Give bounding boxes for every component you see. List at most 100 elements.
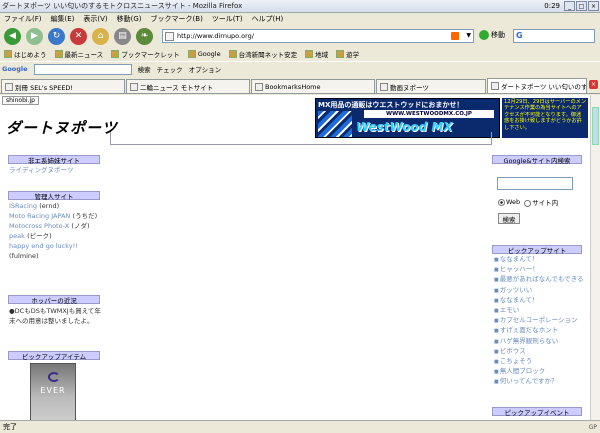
site-tag[interactable]: shinobi.jp bbox=[2, 96, 39, 105]
menu-go[interactable]: 移動(G) bbox=[117, 14, 142, 24]
hopper-news-heading: ホッパーの近況 bbox=[8, 295, 100, 305]
admin-link[interactable]: ISRacing bbox=[9, 202, 37, 210]
admin-link[interactable]: Motocross Photo-X bbox=[9, 222, 69, 230]
google-toolbar-input[interactable] bbox=[33, 63, 132, 75]
google-options-button[interactable]: オプション bbox=[189, 64, 222, 74]
pickup-link[interactable]: ヒャッハー！ bbox=[494, 265, 586, 275]
google-toolbar: Google 検索 チェック オプション bbox=[0, 61, 600, 76]
stop-icon[interactable]: ✕ bbox=[70, 27, 87, 45]
admin-name: (うちだ) bbox=[72, 212, 98, 220]
minimize-button[interactable]: _ bbox=[564, 1, 575, 11]
pickup-link[interactable]: ビボウス bbox=[494, 347, 586, 357]
pickup-link[interactable]: すげぇ面だなホント bbox=[494, 326, 586, 336]
tab-4[interactable]: 動画ヌポーツ bbox=[376, 79, 486, 93]
bookmark-icon bbox=[54, 49, 63, 58]
admin-name: (ピーク) bbox=[27, 232, 52, 240]
pickup-item-image[interactable]: EVER bbox=[30, 363, 76, 420]
bookmarks-toolbar: はじめよう 最新ニュース ブックマークレット Google 台湾新聞ネット安定 … bbox=[0, 47, 600, 60]
google-check-button[interactable]: チェック bbox=[157, 64, 183, 74]
url-text: http://www.dirnupo.org/ bbox=[177, 32, 254, 40]
admin-link[interactable]: Moto Racing JAPAN bbox=[9, 212, 70, 220]
radio-site[interactable]: サイト内 bbox=[524, 197, 558, 207]
menu-edit[interactable]: 編集(E) bbox=[51, 14, 75, 24]
menu-help[interactable]: ヘルプ(H) bbox=[252, 14, 284, 24]
vertical-scrollbar[interactable] bbox=[590, 95, 600, 420]
scrollbar-thumb[interactable] bbox=[592, 107, 599, 145]
favicon-icon bbox=[5, 82, 13, 91]
bookmark-icon bbox=[305, 49, 314, 58]
bookmark-item[interactable]: ブックマークレット bbox=[111, 49, 180, 59]
bookmark-icon bbox=[228, 49, 237, 58]
go-icon bbox=[479, 30, 489, 40]
hopper-news-text: ●DCもDSもTWMXJも買えて年末への用意は整いましたよ。 bbox=[9, 307, 101, 325]
admin-link[interactable]: peak bbox=[9, 232, 25, 240]
pickup-link[interactable]: 最悪があればなんでもできる bbox=[494, 275, 586, 285]
product-logo-icon bbox=[48, 372, 60, 382]
pickup-sites-list: ななまんて！ ヒャッハー！ 最悪があればなんでもできる ガッツいい ななまんて！… bbox=[494, 255, 586, 388]
banner-headline: MX用品の通販はウエストウッドにおまかせ！ bbox=[318, 101, 464, 109]
pickup-link[interactable]: カプセルコーポレーション bbox=[494, 316, 586, 326]
pickup-link[interactable]: 何いってんですか？ bbox=[494, 377, 586, 387]
rss-icon[interactable] bbox=[451, 32, 459, 40]
google-search-icon: G bbox=[516, 31, 523, 40]
maximize-button[interactable]: □ bbox=[576, 1, 587, 11]
radio-web[interactable]: Web bbox=[498, 198, 520, 206]
status-right: GP bbox=[588, 423, 597, 431]
tab-2[interactable]: 二輪ニュース モトサイト bbox=[126, 79, 250, 93]
status-bar: 完了 GP bbox=[0, 420, 600, 433]
close-button[interactable]: × bbox=[588, 1, 599, 11]
bookmark-item[interactable]: 遊学 bbox=[336, 49, 359, 59]
admin-name: (ノダ) bbox=[71, 222, 90, 230]
pickup-link[interactable]: エモい bbox=[494, 306, 586, 316]
go-button[interactable]: 移動 bbox=[479, 30, 505, 40]
pickup-link[interactable]: ななまんて！ bbox=[494, 255, 586, 265]
admin-name: (ernd) bbox=[39, 202, 60, 210]
menu-view[interactable]: 表示(V) bbox=[83, 14, 107, 24]
bookmark-item[interactable]: 最新ニュース bbox=[54, 49, 103, 59]
pickup-link[interactable]: ハゲ無界観刑らない bbox=[494, 337, 586, 347]
bookmark-item[interactable]: Google bbox=[187, 49, 221, 58]
product-label: EVER bbox=[40, 386, 66, 395]
home-icon[interactable]: ⌂ bbox=[92, 27, 109, 45]
admin-link[interactable]: happy end go lucky!! bbox=[9, 242, 78, 250]
bookmark-item[interactable]: 台湾新聞ネット安定 bbox=[228, 49, 297, 59]
address-bar[interactable]: http://www.dirnupo.org/ ▼ bbox=[162, 29, 474, 43]
site-search-input[interactable] bbox=[497, 177, 573, 190]
window-title: ダートヌポーツ いい匂いのするモトクロスニュースサイト - Mozilla Fi… bbox=[2, 2, 243, 10]
tab-1[interactable]: 別冊 SEL's SPEED! bbox=[1, 79, 125, 93]
search-input[interactable]: G bbox=[513, 29, 595, 43]
admin-sites-heading: 管理人サイト bbox=[8, 191, 100, 201]
print-icon[interactable]: ▤ bbox=[114, 27, 131, 45]
chevron-down-icon[interactable]: ▼ bbox=[466, 32, 471, 39]
pickup-link[interactable]: 無人間ブロック bbox=[494, 367, 586, 377]
menu-bookmarks[interactable]: ブックマーク(B) bbox=[151, 14, 203, 24]
menu-file[interactable]: ファイル(F) bbox=[4, 14, 42, 24]
banner-brand: WestWood MX bbox=[356, 120, 453, 134]
pickup-link[interactable]: ななまんて！ bbox=[494, 296, 586, 306]
pickup-link[interactable]: こちょそう bbox=[494, 357, 586, 367]
maintenance-notice: 12月29日、29日はサーバーのメンテナンス作業の為当サイトへのアクセスが不可能… bbox=[502, 98, 588, 138]
favicon-icon bbox=[255, 82, 263, 91]
related-link[interactable]: ライディングヌポーツ bbox=[9, 166, 73, 174]
bookmark-item[interactable]: 地域 bbox=[305, 49, 328, 59]
leaf-icon[interactable]: ❧ bbox=[136, 27, 153, 45]
bookmark-item[interactable]: はじめよう bbox=[4, 49, 47, 59]
westwood-banner[interactable]: MX用品の通販はウエストウッドにおまかせ！ WWW.WESTWOODMX.CO.… bbox=[315, 98, 500, 138]
admin-sites-list: ISRacing (ernd) Moto Racing JAPAN (うちだ) … bbox=[9, 201, 101, 261]
back-icon[interactable]: ◀ bbox=[4, 27, 21, 45]
site-logo[interactable]: ダートヌポーツ bbox=[6, 117, 118, 138]
close-tab-icon[interactable]: × bbox=[589, 80, 598, 89]
favicon-icon bbox=[380, 82, 388, 91]
forward-icon[interactable]: ▶ bbox=[26, 27, 43, 45]
google-search-heading: Google&サイト内検索 bbox=[492, 155, 582, 165]
search-button[interactable]: 検索 bbox=[498, 213, 520, 224]
tab-3[interactable]: BookmarksHome bbox=[251, 79, 375, 93]
bookmark-icon bbox=[336, 49, 345, 58]
tab-5-active[interactable]: ダートヌポーツ いい匂いのす... bbox=[487, 78, 587, 93]
pickup-link[interactable]: ガッツいい bbox=[494, 286, 586, 296]
google-search-button[interactable]: 検索 bbox=[138, 64, 151, 74]
menu-tools[interactable]: ツール(T) bbox=[212, 14, 243, 24]
clock: 0:29 bbox=[544, 2, 560, 10]
tab-bar: 別冊 SEL's SPEED! 二輪ニュース モトサイト BookmarksHo… bbox=[0, 78, 600, 94]
reload-icon[interactable]: ↻ bbox=[48, 27, 65, 45]
